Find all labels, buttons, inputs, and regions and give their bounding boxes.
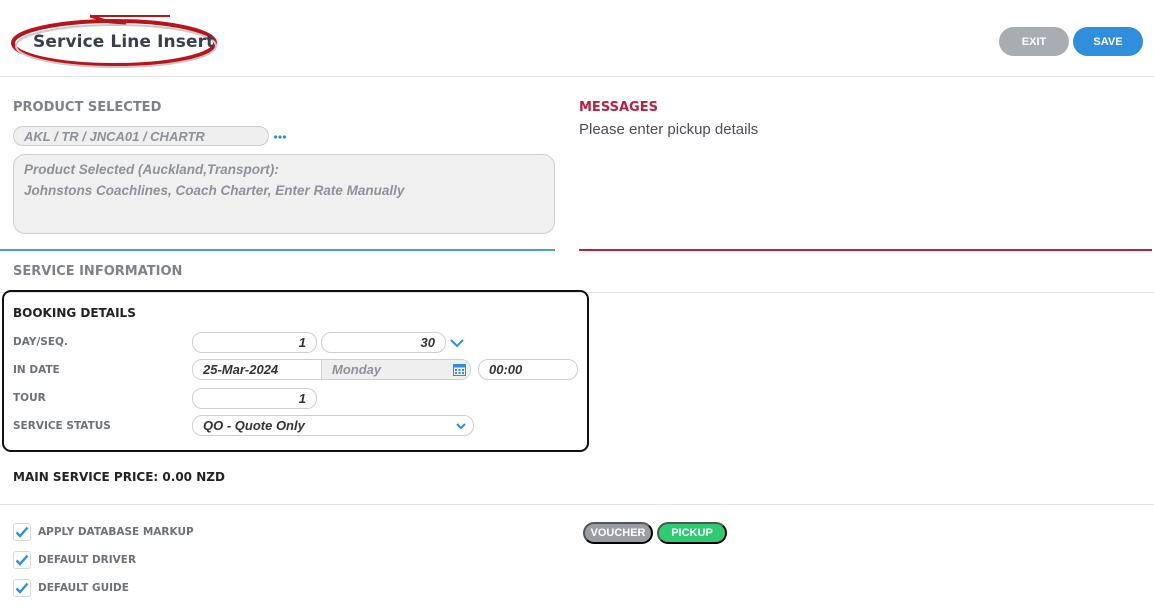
- chevron-down-icon: [455, 420, 467, 435]
- page-header: Service Line Insert EXIT SAVE: [0, 0, 1154, 77]
- product-divider: [0, 249, 555, 251]
- product-description-line2: Johnstons Coachlines, Coach Charter, Ent…: [24, 183, 405, 198]
- messages-divider: [579, 249, 1152, 251]
- in-date-field[interactable]: 25-Mar-2024 Monday: [192, 359, 471, 380]
- seq-input[interactable]: 30: [321, 332, 446, 353]
- voucher-button[interactable]: VOUCHER: [583, 522, 653, 544]
- service-status-value: QO - Quote Only: [203, 418, 305, 433]
- booking-details-title: BOOKING DETAILS: [13, 306, 136, 320]
- weekday-display: Monday: [322, 360, 448, 379]
- checkmark-icon[interactable]: [13, 551, 31, 569]
- default-guide-checkbox[interactable]: DEFAULT GUIDE: [13, 579, 129, 597]
- in-date-input[interactable]: 25-Mar-2024: [193, 360, 322, 379]
- service-status-label: SERVICE STATUS: [13, 420, 111, 432]
- day-seq-label: DAY/SEQ.: [13, 336, 68, 348]
- checkmark-icon[interactable]: [13, 579, 31, 597]
- in-date-label: IN DATE: [13, 364, 60, 376]
- apply-database-markup-label: APPLY DATABASE MARKUP: [38, 526, 194, 538]
- tour-input[interactable]: 1: [192, 388, 317, 409]
- price-divider: [0, 504, 1154, 505]
- page-title: Service Line Insert: [33, 32, 215, 52]
- title-highlight: Service Line Insert: [10, 14, 220, 70]
- day-input[interactable]: 1: [192, 332, 317, 353]
- default-driver-label: DEFAULT DRIVER: [38, 554, 137, 566]
- product-selected-label: PRODUCT SELECTED: [13, 100, 162, 115]
- apply-database-markup-checkbox[interactable]: APPLY DATABASE MARKUP: [13, 523, 194, 541]
- message-text: Please enter pickup details: [579, 121, 759, 138]
- ellipsis-icon[interactable]: [273, 128, 287, 147]
- time-input[interactable]: 00:00: [478, 359, 578, 380]
- tour-label: TOUR: [13, 392, 46, 404]
- service-information-label: SERVICE INFORMATION: [13, 264, 183, 279]
- main-service-price: MAIN SERVICE PRICE: 0.00 NZD: [13, 470, 225, 484]
- product-description: Product Selected (Auckland,Transport): J…: [13, 154, 555, 234]
- checkmark-icon[interactable]: [13, 523, 31, 541]
- default-guide-label: DEFAULT GUIDE: [38, 582, 129, 594]
- service-status-select[interactable]: QO - Quote Only: [192, 415, 474, 436]
- product-description-line1: Product Selected (Auckland,Transport):: [24, 162, 279, 177]
- pickup-button[interactable]: PICKUP: [657, 522, 727, 544]
- exit-button[interactable]: EXIT: [999, 27, 1069, 56]
- save-button[interactable]: SAVE: [1073, 27, 1143, 56]
- messages-label: MESSAGES: [579, 100, 658, 115]
- product-code-field[interactable]: AKL / TR / JNCA01 / CHARTR: [13, 126, 269, 146]
- calendar-icon[interactable]: [448, 360, 470, 379]
- chevron-down-icon[interactable]: [449, 335, 465, 354]
- default-driver-checkbox[interactable]: DEFAULT DRIVER: [13, 551, 136, 569]
